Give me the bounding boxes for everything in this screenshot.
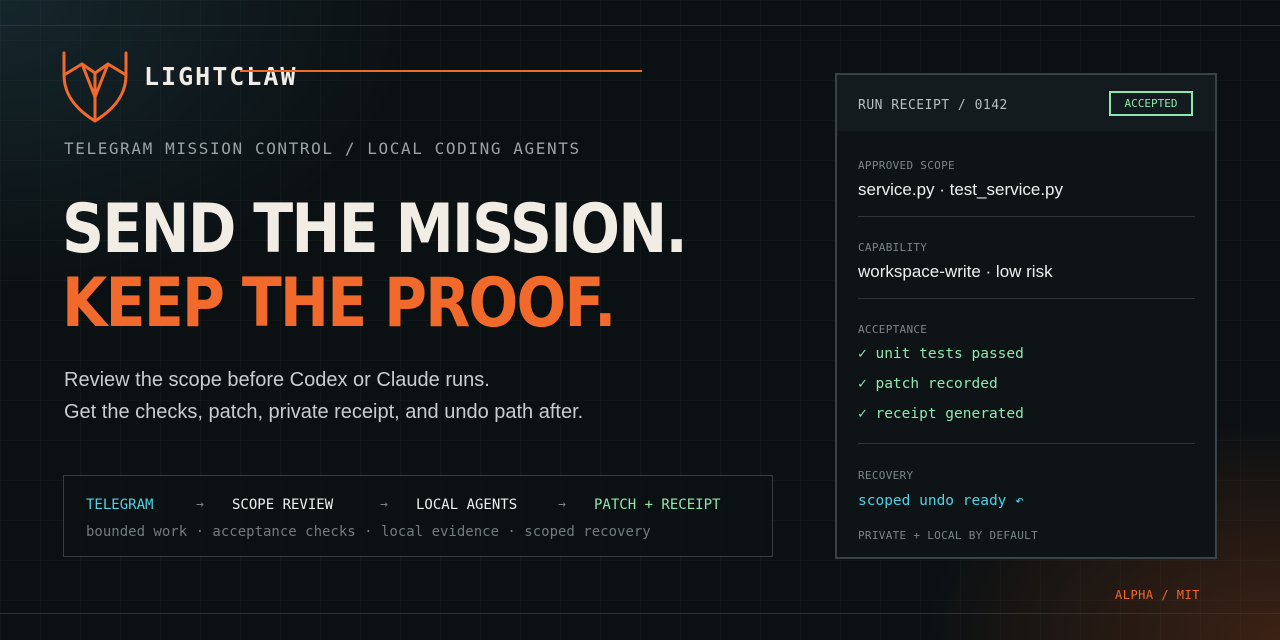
brand-rule xyxy=(240,70,642,72)
receipt-title: RUN RECEIPT / 0142 xyxy=(858,98,1008,113)
license-tag: ALPHA / MIT xyxy=(1115,588,1200,602)
claw-shield-logo-icon xyxy=(62,51,128,123)
flow-step-local-agents: LOCAL AGENTS xyxy=(416,497,518,513)
bottom-divider xyxy=(0,613,1280,614)
capability-value: workspace-write · low risk xyxy=(858,262,1053,281)
status-badge: ACCEPTED xyxy=(1109,91,1193,116)
flow-arrow-icon: → xyxy=(380,497,388,512)
acceptance-label: ACCEPTANCE xyxy=(858,323,928,336)
scope-label: APPROVED SCOPE xyxy=(858,159,955,172)
workflow-panel: TELEGRAM → SCOPE REVIEW → LOCAL AGENTS →… xyxy=(63,475,773,557)
receipt-header: RUN RECEIPT / 0142 ACCEPTED xyxy=(837,75,1215,131)
flow-step-patch-receipt: PATCH + RECEIPT xyxy=(594,497,721,513)
description: Review the scope before Codex or Claude … xyxy=(64,364,583,428)
headline-line-1: SEND THE MISSION. xyxy=(62,190,688,269)
recovery-value: scoped undo ready ↶ xyxy=(858,493,1024,509)
flow-step-scope-review: SCOPE REVIEW xyxy=(232,497,334,513)
scope-value: service.py · test_service.py xyxy=(858,180,1064,199)
recovery-label: RECOVERY xyxy=(858,469,914,482)
check-patch-recorded: ✓ patch recorded xyxy=(858,376,998,392)
section-divider xyxy=(858,216,1195,217)
check-unit-tests: ✓ unit tests passed xyxy=(858,346,1024,362)
capability-label: CAPABILITY xyxy=(858,241,928,254)
flow-arrow-icon: → xyxy=(196,497,204,512)
headline-line-2: KEEP THE PROOF. xyxy=(62,264,616,343)
brand-name: LIGHTCLAW xyxy=(144,62,298,91)
run-receipt-card: RUN RECEIPT / 0142 ACCEPTED APPROVED SCO… xyxy=(835,73,1217,559)
flow-subtitle: bounded work · acceptance checks · local… xyxy=(86,524,651,540)
description-line-1: Review the scope before Codex or Claude … xyxy=(64,369,490,391)
flow-step-telegram: TELEGRAM xyxy=(86,497,154,513)
description-line-2: Get the checks, patch, private receipt, … xyxy=(64,401,584,423)
flow-arrow-icon: → xyxy=(558,497,566,512)
top-divider xyxy=(0,25,1280,26)
receipt-footer: PRIVATE + LOCAL BY DEFAULT xyxy=(858,529,1038,542)
section-divider xyxy=(858,298,1195,299)
section-divider xyxy=(858,443,1195,444)
tagline: TELEGRAM MISSION CONTROL / LOCAL CODING … xyxy=(64,139,581,158)
check-receipt-generated: ✓ receipt generated xyxy=(858,406,1024,422)
